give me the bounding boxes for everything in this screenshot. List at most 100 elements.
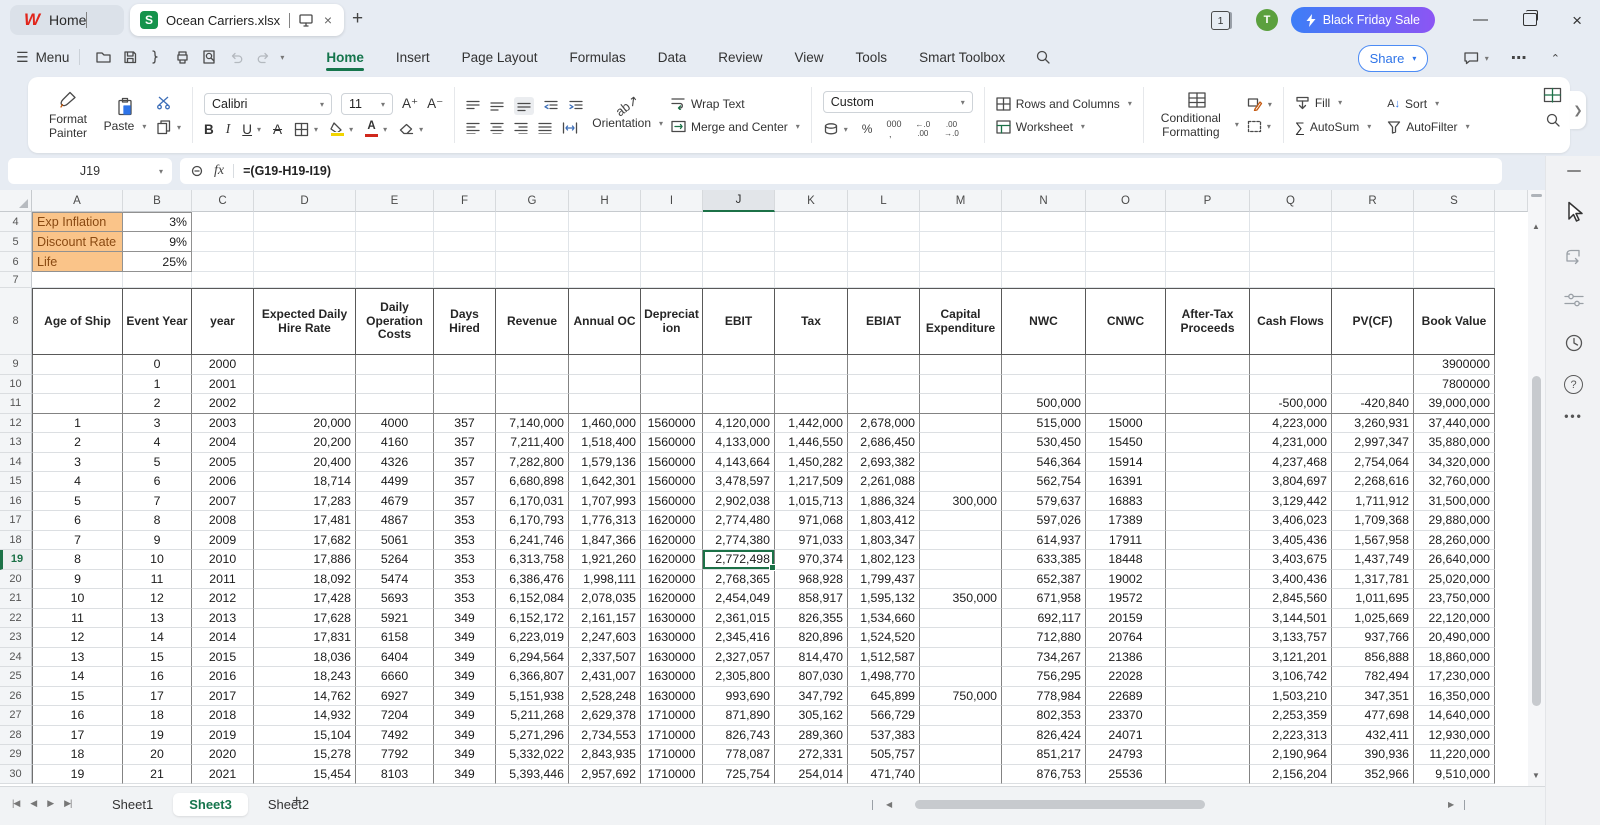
cell-S5[interactable] (1414, 232, 1495, 252)
help-icon[interactable]: ? (1546, 375, 1600, 394)
cell-L25[interactable]: 1,498,770 (848, 667, 920, 687)
cell-Q26[interactable]: 1,503,210 (1250, 686, 1332, 706)
align-bottom-icon[interactable] (514, 96, 535, 115)
cell-I18[interactable]: 1620000 (641, 530, 703, 550)
cell-J17[interactable]: 2,774,480 (703, 511, 775, 531)
cell-I4[interactable] (641, 212, 703, 232)
vertical-scrollbar[interactable]: ▲ ▼ (1528, 190, 1545, 786)
search-icon[interactable] (1035, 49, 1052, 66)
column-header-C[interactable]: C (192, 190, 254, 212)
borders-button[interactable]: ▾ (294, 122, 318, 137)
cell-B8[interactable]: Event Year (123, 288, 192, 355)
cell-B18[interactable]: 9 (123, 530, 192, 550)
cell-P22[interactable] (1166, 608, 1250, 628)
cell-E14[interactable]: 4326 (356, 452, 434, 472)
comments-button[interactable]: ▾ (1463, 50, 1489, 66)
row-header-19[interactable]: 19 (0, 550, 32, 570)
cell-C29[interactable]: 2020 (192, 745, 254, 765)
cell-K11[interactable] (775, 394, 848, 414)
cell-R9[interactable] (1332, 355, 1414, 375)
cell-M7[interactable] (920, 272, 1002, 288)
cell-E27[interactable]: 7204 (356, 706, 434, 726)
cell-Q16[interactable]: 3,129,442 (1250, 491, 1332, 511)
cell-M22[interactable] (920, 608, 1002, 628)
cell-L23[interactable]: 1,524,520 (848, 628, 920, 648)
cell-E20[interactable]: 5474 (356, 569, 434, 589)
cell-D6[interactable] (254, 252, 356, 272)
cell-A25[interactable]: 14 (32, 667, 123, 687)
cell-I8[interactable]: Depreciation (641, 288, 703, 355)
split-handle[interactable] (1531, 194, 1542, 197)
cell-B16[interactable]: 7 (123, 491, 192, 511)
cell-Q22[interactable]: 3,144,501 (1250, 608, 1332, 628)
align-center-icon[interactable] (490, 122, 504, 134)
cell-E8[interactable]: Daily Operation Costs (356, 288, 434, 355)
cell-B14[interactable]: 5 (123, 452, 192, 472)
cell-O19[interactable]: 18448 (1086, 550, 1166, 570)
cell-M21[interactable]: 350,000 (920, 589, 1002, 609)
cell-I22[interactable]: 1630000 (641, 608, 703, 628)
cell-H30[interactable]: 2,957,692 (569, 764, 641, 784)
cell-P23[interactable] (1166, 628, 1250, 648)
row-header-23[interactable]: 23 (0, 628, 32, 648)
cell-O12[interactable]: 15000 (1086, 413, 1166, 433)
cell-F14[interactable]: 357 (434, 452, 496, 472)
column-header-F[interactable]: F (434, 190, 496, 212)
close-document-icon[interactable]: × (322, 12, 334, 28)
cell-F28[interactable]: 349 (434, 725, 496, 745)
cell-M13[interactable] (920, 433, 1002, 453)
paste-button[interactable]: Paste ▾ (102, 97, 148, 134)
cell-N16[interactable]: 579,637 (1002, 491, 1086, 511)
cell-S18[interactable]: 28,260,000 (1414, 530, 1495, 550)
cell-I10[interactable] (641, 374, 703, 394)
cell-G23[interactable]: 6,223,019 (496, 628, 569, 648)
cell-I14[interactable]: 1560000 (641, 452, 703, 472)
cell-Q4[interactable] (1250, 212, 1332, 232)
present-monitor-icon[interactable] (298, 12, 314, 28)
column-header-H[interactable]: H (569, 190, 641, 212)
refresh-loop-icon[interactable] (1546, 248, 1600, 266)
cell-H22[interactable]: 2,161,157 (569, 608, 641, 628)
cell-C25[interactable]: 2016 (192, 667, 254, 687)
cell-R20[interactable]: 1,317,781 (1332, 569, 1414, 589)
cell-P16[interactable] (1166, 491, 1250, 511)
cell-N4[interactable] (1002, 212, 1086, 232)
cell-B26[interactable]: 17 (123, 686, 192, 706)
cell-S25[interactable]: 17,230,000 (1414, 667, 1495, 687)
format-painter-button[interactable]: Format Painter (42, 90, 94, 141)
currency-button[interactable]: ▾ (823, 122, 848, 136)
cell-N21[interactable]: 671,958 (1002, 589, 1086, 609)
hscroll-right-icon[interactable]: ▶ (1448, 800, 1454, 809)
cell-N6[interactable] (1002, 252, 1086, 272)
name-box[interactable]: J19 ▾ (8, 158, 172, 184)
menu-tab-smart-toolbox[interactable]: Smart Toolbox (903, 43, 1021, 72)
cell-S7[interactable] (1414, 272, 1495, 288)
cell-E18[interactable]: 5061 (356, 530, 434, 550)
cell-P6[interactable] (1166, 252, 1250, 272)
cell-H9[interactable] (569, 355, 641, 375)
increase-font-icon[interactable]: A⁺ (402, 96, 418, 112)
cell-C18[interactable]: 2009 (192, 530, 254, 550)
cell-F8[interactable]: Days Hired (434, 288, 496, 355)
cell-O30[interactable]: 25536 (1086, 764, 1166, 784)
table-style-button[interactable]: ▾ (1247, 120, 1272, 133)
cell-L28[interactable]: 537,383 (848, 725, 920, 745)
cell-B13[interactable]: 4 (123, 433, 192, 453)
add-sheet-button[interactable]: + (292, 793, 301, 811)
cell-H17[interactable]: 1,776,313 (569, 511, 641, 531)
cell-K14[interactable]: 1,450,282 (775, 452, 848, 472)
cell-C30[interactable]: 2021 (192, 764, 254, 784)
cell-C4[interactable] (192, 212, 254, 232)
cell-E26[interactable]: 6927 (356, 686, 434, 706)
cell-S30[interactable]: 9,510,000 (1414, 764, 1495, 784)
cell-E11[interactable] (356, 394, 434, 414)
cell-E5[interactable] (356, 232, 434, 252)
cell-L9[interactable] (848, 355, 920, 375)
cell-A11[interactable] (32, 394, 123, 414)
cell-D12[interactable]: 20,000 (254, 413, 356, 433)
cell-J26[interactable]: 993,690 (703, 686, 775, 706)
row-header-13[interactable]: 13 (0, 433, 32, 453)
row-header-6[interactable]: 6 (0, 252, 32, 272)
cell-K22[interactable]: 826,355 (775, 608, 848, 628)
cell-P9[interactable] (1166, 355, 1250, 375)
